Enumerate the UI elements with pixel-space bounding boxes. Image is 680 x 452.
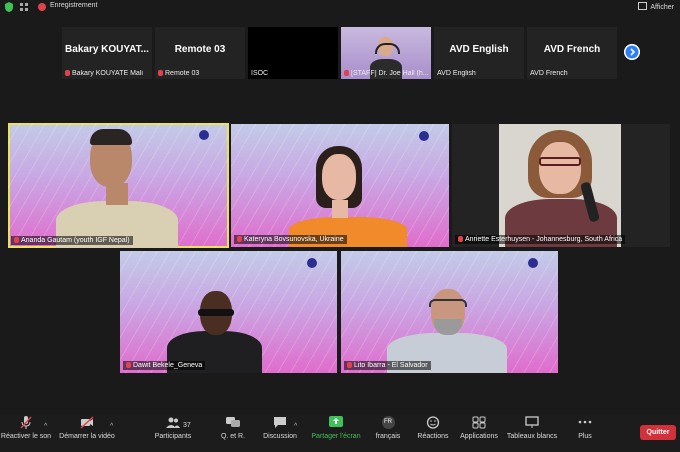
- video-tile-lito[interactable]: Lito Ibarra - El Salvador: [341, 251, 558, 373]
- participant-name-label: Dawit Bekele_Geneva: [123, 361, 206, 370]
- reactions-button[interactable]: Réactions: [417, 416, 449, 440]
- strip-tile-avd-english[interactable]: AVD English AVD English: [434, 27, 524, 79]
- participant-name-label: Anriette Esterhuysen - Johannesburg, Sou…: [455, 235, 626, 244]
- participant-name-label: Ananda Gautam (youth IGF Nepal): [11, 236, 133, 245]
- start-video-button[interactable]: Démarrer la vidéo: [58, 416, 116, 440]
- muted-microphone-icon: [20, 416, 32, 429]
- share-screen-icon: [329, 416, 343, 427]
- quit-button[interactable]: Quitter: [640, 425, 676, 440]
- participants-count: 37: [183, 422, 191, 429]
- recording-icon: [38, 3, 46, 11]
- strip-tile-name: AVD English: [449, 44, 509, 55]
- muted-mic-icon: [237, 236, 242, 242]
- community-logo-icon: [419, 131, 429, 141]
- strip-tile-label: Remote 03: [158, 70, 199, 77]
- audio-options-chevron-icon[interactable]: ^: [44, 423, 47, 430]
- chat-button[interactable]: Discussion: [262, 416, 298, 440]
- strip-tile-name: Remote 03: [174, 44, 226, 55]
- strip-tile-label: Bakary KOUYATE Mali: [65, 70, 143, 77]
- community-logo-icon: [307, 258, 317, 268]
- qa-icon: [226, 417, 240, 427]
- strip-tile-label: ISOC: [251, 70, 269, 77]
- participant-video: [499, 124, 621, 247]
- strip-tile-label: [STAFF] Dr. Joe Hall (h...: [344, 70, 429, 77]
- emoji-smile-icon: [426, 416, 440, 429]
- community-logo-icon: [199, 130, 209, 140]
- share-screen-button[interactable]: Partager l'écran: [309, 416, 363, 440]
- participant-name-label: Lito Ibarra - El Salvador: [344, 361, 431, 370]
- muted-mic-icon: [344, 70, 349, 76]
- community-logo-icon: [528, 258, 538, 268]
- muted-mic-icon: [14, 237, 19, 243]
- video-tile-dawit[interactable]: Dawit Bekele_Geneva: [120, 251, 337, 373]
- language-button[interactable]: FR français: [373, 416, 403, 440]
- qa-button[interactable]: Q. et R.: [219, 416, 247, 440]
- video-tile-ananda[interactable]: Ananda Gautam (youth IGF Nepal): [8, 123, 229, 248]
- grid-icon[interactable]: [20, 3, 28, 11]
- participant-name-label: Kateryna Bovsunovska, Ukraine: [234, 235, 347, 244]
- video-tile-kateryna[interactable]: Kateryna Bovsunovska, Ukraine: [231, 124, 449, 247]
- muted-mic-icon: [126, 362, 131, 368]
- view-icon: [638, 2, 648, 10]
- meeting-toolbar: Réactiver le son ^ Démarrer la vidéo ^ P…: [0, 414, 680, 452]
- muted-mic-icon: [458, 236, 463, 242]
- more-dots-icon: [578, 420, 592, 424]
- recording-label: Enregistrement: [50, 2, 98, 9]
- strip-tile-name: Bakary KOUYAT...: [65, 44, 149, 55]
- strip-tile-isoc[interactable]: ISOC: [248, 27, 338, 79]
- strip-tile-bakary[interactable]: Bakary KOUYAT... Bakary KOUYATE Mali: [62, 27, 152, 79]
- more-button[interactable]: Plus: [574, 416, 596, 440]
- strip-tile-name: AVD French: [543, 44, 601, 55]
- language-globe-icon: FR: [381, 416, 395, 429]
- strip-tile-remote03[interactable]: Remote 03 Remote 03: [155, 27, 245, 79]
- muted-mic-icon: [158, 70, 163, 76]
- participants-icon: [166, 417, 180, 428]
- muted-mic-icon: [347, 362, 352, 368]
- shield-icon[interactable]: [5, 2, 13, 12]
- apps-icon: [472, 416, 486, 429]
- strip-tile-label: AVD English: [437, 70, 476, 77]
- next-page-chevron-icon[interactable]: [624, 44, 640, 60]
- view-label: Afficher: [650, 4, 674, 11]
- muted-mic-icon: [65, 70, 70, 76]
- strip-tile-joe-hall[interactable]: [STAFF] Dr. Joe Hall (h...: [341, 27, 431, 79]
- chat-bubble-icon: [274, 417, 286, 428]
- video-options-chevron-icon[interactable]: ^: [110, 423, 113, 430]
- whiteboard-icon: [525, 416, 539, 428]
- strip-tile-avd-french[interactable]: AVD French AVD French: [527, 27, 617, 79]
- chat-options-chevron-icon[interactable]: ^: [294, 423, 297, 430]
- apps-button[interactable]: Applications: [459, 416, 499, 440]
- strip-tile-label: AVD French: [530, 70, 568, 77]
- whiteboards-button[interactable]: Tableaux blancs: [506, 416, 558, 440]
- view-button[interactable]: Afficher: [638, 2, 674, 11]
- video-tile-anriette[interactable]: Anriette Esterhuysen - Johannesburg, Sou…: [452, 124, 670, 247]
- top-bar: Enregistrement Afficher: [0, 0, 680, 14]
- video-off-icon: [80, 416, 94, 429]
